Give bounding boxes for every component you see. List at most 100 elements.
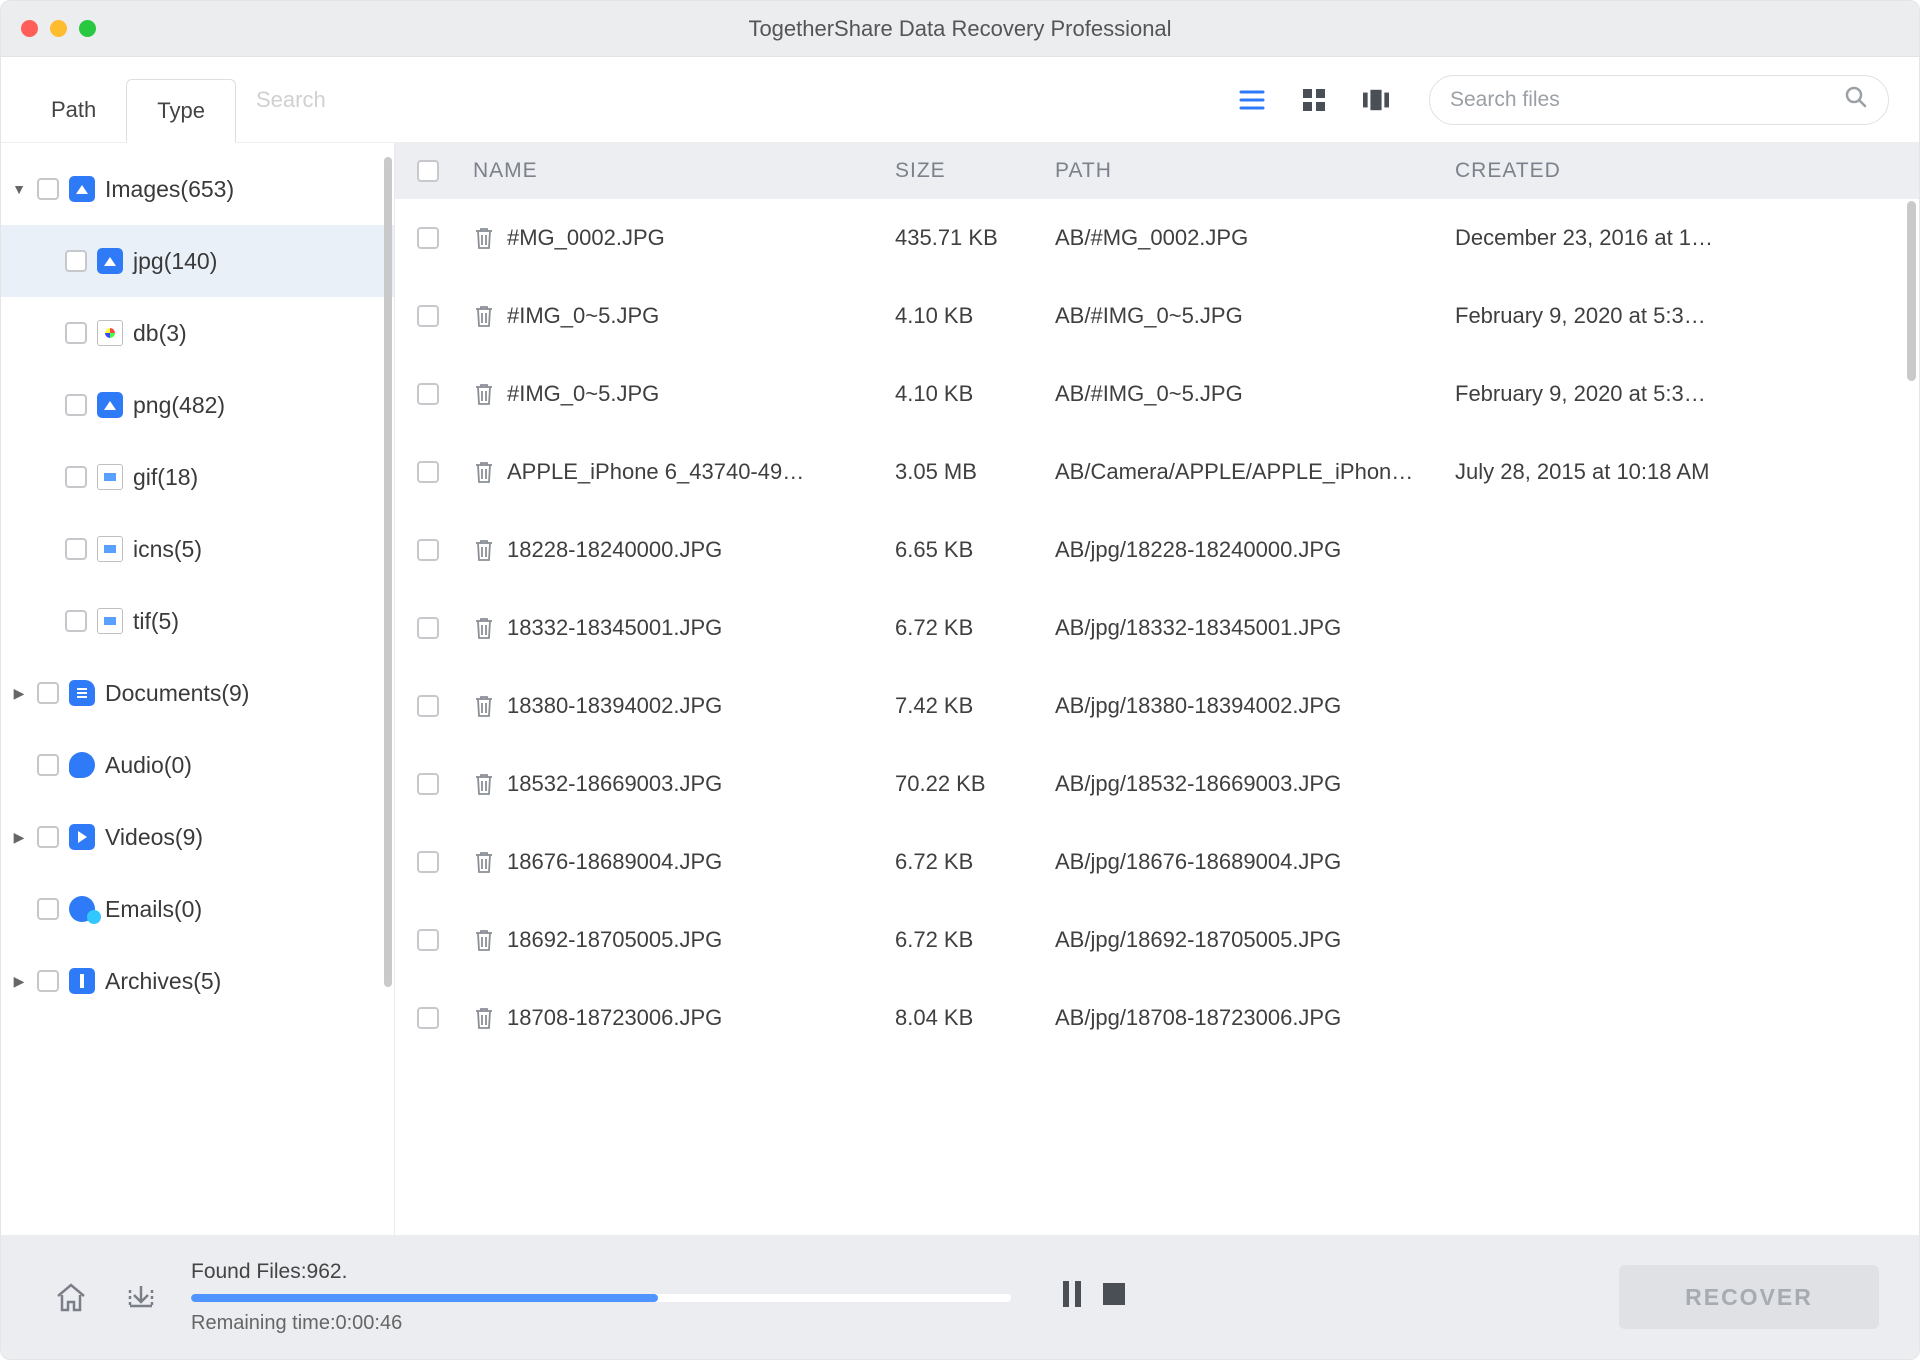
checkbox[interactable] xyxy=(65,322,87,344)
checkbox[interactable] xyxy=(37,826,59,848)
column-name[interactable]: NAME xyxy=(465,159,895,183)
select-all-checkbox[interactable] xyxy=(417,160,439,182)
row-checkbox[interactable] xyxy=(417,539,439,561)
table-row[interactable]: 18380-18394002.JPG 7.42 KB AB/jpg/18380-… xyxy=(395,667,1919,745)
trash-icon xyxy=(473,226,495,250)
sidebar-label: Videos(9) xyxy=(105,824,203,851)
image-folder-icon xyxy=(97,248,123,274)
sidebar-item-emails[interactable]: Emails(0) xyxy=(1,873,394,945)
table-row[interactable]: #IMG_0~5.JPG 4.10 KB AB/#IMG_0~5.JPG Feb… xyxy=(395,277,1919,355)
file-size: 6.72 KB xyxy=(895,615,1055,641)
file-name: 18676-18689004.JPG xyxy=(507,849,722,875)
file-created: February 9, 2020 at 5:3… xyxy=(1455,303,1919,329)
row-checkbox[interactable] xyxy=(417,383,439,405)
tab-path[interactable]: Path xyxy=(21,78,126,142)
table-row[interactable]: 18332-18345001.JPG 6.72 KB AB/jpg/18332-… xyxy=(395,589,1919,667)
image-folder-icon xyxy=(97,392,123,418)
sidebar-item-jpg[interactable]: jpg(140) xyxy=(1,225,394,297)
checkbox[interactable] xyxy=(37,970,59,992)
checkbox[interactable] xyxy=(37,898,59,920)
table-scrollbar[interactable] xyxy=(1907,201,1916,381)
recover-button[interactable]: RECOVER xyxy=(1619,1265,1879,1329)
sidebar-item-documents[interactable]: ▶ Documents(9) xyxy=(1,657,394,729)
trash-icon xyxy=(473,694,495,718)
progress-fill xyxy=(191,1294,658,1302)
search-files-input[interactable]: Search files xyxy=(1429,75,1889,125)
stop-button[interactable] xyxy=(1103,1283,1125,1311)
checkbox[interactable] xyxy=(37,682,59,704)
row-checkbox[interactable] xyxy=(417,1007,439,1029)
checkbox[interactable] xyxy=(65,250,87,272)
file-type-icon xyxy=(97,608,123,634)
sidebar-item-icns[interactable]: icns(5) xyxy=(1,513,394,585)
grid-view-icon[interactable] xyxy=(1301,87,1327,113)
list-view-icon[interactable] xyxy=(1239,87,1265,113)
table-row[interactable]: 18676-18689004.JPG 6.72 KB AB/jpg/18676-… xyxy=(395,823,1919,901)
sidebar-label: png(482) xyxy=(133,392,225,419)
sidebar-label: db(3) xyxy=(133,320,187,347)
minimize-window-button[interactable] xyxy=(50,20,67,37)
checkbox[interactable] xyxy=(65,466,87,488)
sidebar-label: Audio(0) xyxy=(105,752,192,779)
preview-view-icon[interactable] xyxy=(1363,87,1389,113)
table-row[interactable]: 18692-18705005.JPG 6.72 KB AB/jpg/18692-… xyxy=(395,901,1919,979)
sidebar-label: jpg(140) xyxy=(133,248,217,275)
row-checkbox[interactable] xyxy=(417,461,439,483)
file-size: 3.05 MB xyxy=(895,459,1055,485)
image-folder-icon xyxy=(69,176,95,202)
disclosure-triangle-icon[interactable]: ▶ xyxy=(11,685,27,702)
table-row[interactable]: #MG_0002.JPG 435.71 KB AB/#MG_0002.JPG D… xyxy=(395,199,1919,277)
trash-icon xyxy=(473,616,495,640)
sidebar-item-png[interactable]: png(482) xyxy=(1,369,394,441)
row-checkbox[interactable] xyxy=(417,773,439,795)
file-path: AB/jpg/18380-18394002.JPG xyxy=(1055,693,1455,719)
close-window-button[interactable] xyxy=(21,20,38,37)
column-created[interactable]: CREATED xyxy=(1455,159,1919,183)
sidebar-item-images[interactable]: ▼ Images(653) xyxy=(1,153,394,225)
sidebar-item-videos[interactable]: ▶ Videos(9) xyxy=(1,801,394,873)
trash-icon xyxy=(473,304,495,328)
progress-bar xyxy=(191,1294,1011,1302)
table-row[interactable]: APPLE_iPhone 6_43740-49… 3.05 MB AB/Came… xyxy=(395,433,1919,511)
checkbox[interactable] xyxy=(65,538,87,560)
table-row[interactable]: #IMG_0~5.JPG 4.10 KB AB/#IMG_0~5.JPG Feb… xyxy=(395,355,1919,433)
table-body[interactable]: #MG_0002.JPG 435.71 KB AB/#MG_0002.JPG D… xyxy=(395,199,1919,1235)
table-row[interactable]: 18228-18240000.JPG 6.65 KB AB/jpg/18228-… xyxy=(395,511,1919,589)
disclosure-triangle-icon[interactable]: ▶ xyxy=(11,973,27,990)
sidebar-item-archives[interactable]: ▶ Archives(5) xyxy=(1,945,394,1017)
tab-type[interactable]: Type xyxy=(126,79,236,143)
sidebar-item-db[interactable]: db(3) xyxy=(1,297,394,369)
file-name: 18332-18345001.JPG xyxy=(507,615,722,641)
row-checkbox[interactable] xyxy=(417,695,439,717)
checkbox[interactable] xyxy=(37,754,59,776)
inline-search-hint[interactable]: Search xyxy=(256,87,326,113)
sidebar-item-audio[interactable]: Audio(0) xyxy=(1,729,394,801)
file-name: #IMG_0~5.JPG xyxy=(507,381,659,407)
file-created: December 23, 2016 at 1… xyxy=(1455,225,1919,251)
file-path: AB/jpg/18332-18345001.JPG xyxy=(1055,615,1455,641)
checkbox[interactable] xyxy=(37,178,59,200)
home-button[interactable] xyxy=(51,1277,91,1317)
checkbox[interactable] xyxy=(65,394,87,416)
column-size[interactable]: SIZE xyxy=(895,159,1055,183)
sidebar-item-tif[interactable]: tif(5) xyxy=(1,585,394,657)
trash-icon xyxy=(473,850,495,874)
sidebar-item-gif[interactable]: gif(18) xyxy=(1,441,394,513)
zoom-window-button[interactable] xyxy=(79,20,96,37)
column-path[interactable]: PATH xyxy=(1055,159,1455,183)
row-checkbox[interactable] xyxy=(417,617,439,639)
trash-icon xyxy=(473,928,495,952)
row-checkbox[interactable] xyxy=(417,305,439,327)
trash-icon xyxy=(473,538,495,562)
checkbox[interactable] xyxy=(65,610,87,632)
table-row[interactable]: 18532-18669003.JPG 70.22 KB AB/jpg/18532… xyxy=(395,745,1919,823)
row-checkbox[interactable] xyxy=(417,851,439,873)
pause-button[interactable] xyxy=(1061,1281,1083,1313)
file-name: 18380-18394002.JPG xyxy=(507,693,722,719)
row-checkbox[interactable] xyxy=(417,929,439,951)
disclosure-triangle-icon[interactable]: ▼ xyxy=(11,181,27,197)
row-checkbox[interactable] xyxy=(417,227,439,249)
disclosure-triangle-icon[interactable]: ▶ xyxy=(11,829,27,846)
export-button[interactable] xyxy=(121,1277,161,1317)
table-row[interactable]: 18708-18723006.JPG 8.04 KB AB/jpg/18708-… xyxy=(395,979,1919,1057)
